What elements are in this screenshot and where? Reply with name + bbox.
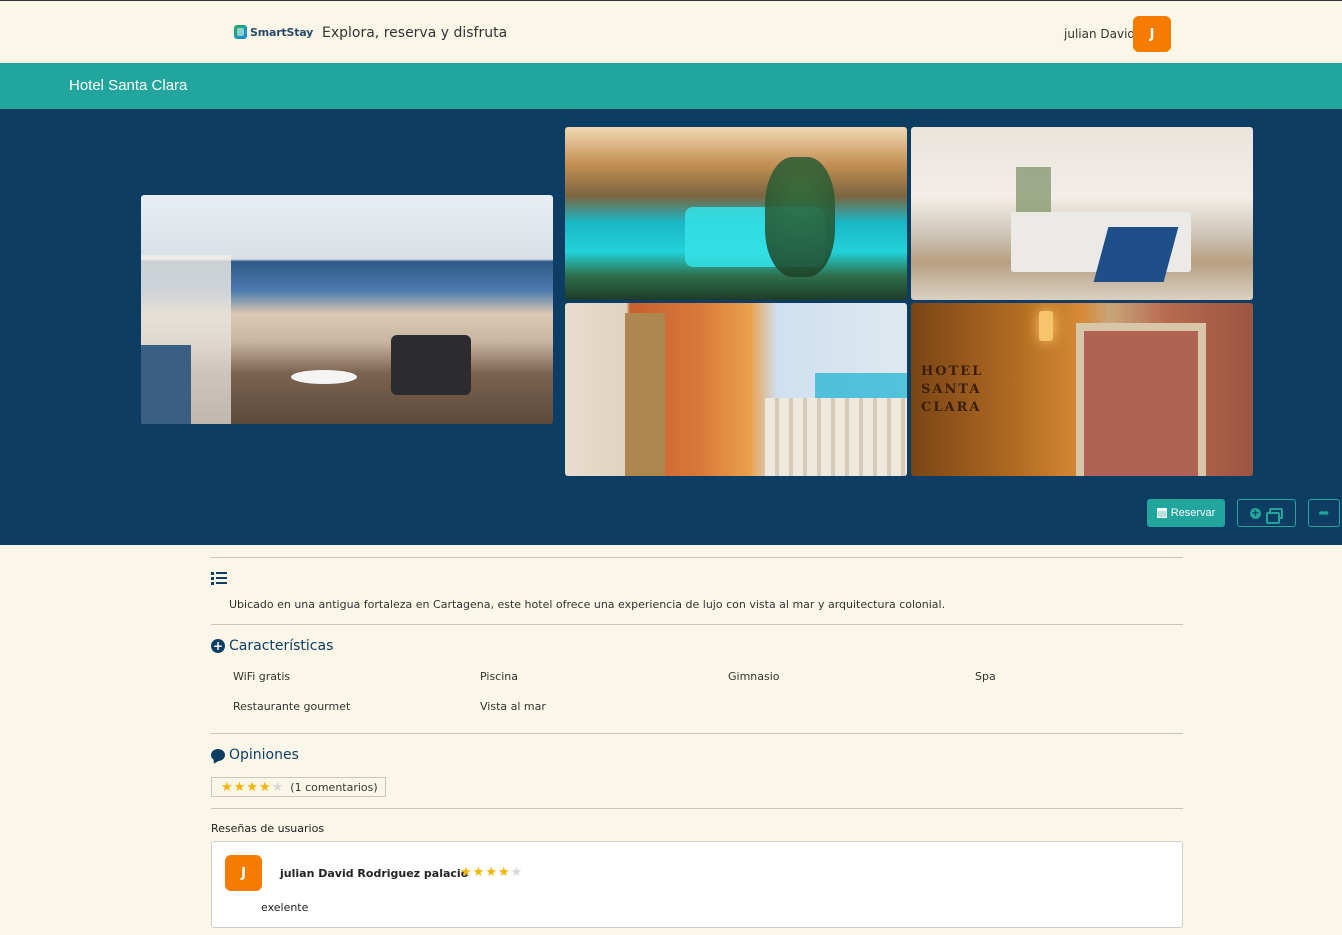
- divider: [211, 624, 1183, 625]
- hotel-description: Ubicado en una antigua fortaleza en Cart…: [229, 598, 946, 611]
- reviewer-name: julian David Rodriguez palacio: [280, 867, 469, 880]
- star-icon: ★: [460, 865, 472, 880]
- divider: [211, 557, 1183, 558]
- opinions-title: Opiniones: [229, 747, 299, 763]
- hotel-title: Hotel Santa Clara: [69, 77, 188, 94]
- feature-item: Spa: [975, 670, 996, 683]
- facade-doorway: [1076, 323, 1206, 476]
- user-avatar[interactable]: J: [1133, 16, 1171, 52]
- terrace-table: [291, 370, 357, 384]
- hotel-title-bar: Hotel Santa Clara: [0, 63, 1342, 109]
- comment-icon: [211, 749, 225, 761]
- reviews-heading: Reseñas de usuarios: [211, 822, 325, 835]
- list-icon: [211, 572, 227, 585]
- share-button[interactable]: ➦: [1308, 499, 1340, 527]
- terrace-cushion: [141, 345, 191, 424]
- opinions-heading: Opiniones: [211, 747, 299, 763]
- star-empty-icon: ★: [510, 865, 523, 880]
- terrace-photo[interactable]: [141, 195, 553, 424]
- feature-item: Vista al mar: [480, 700, 546, 713]
- smartstay-logo[interactable]: SmartStay: [234, 25, 313, 39]
- plus-circle-icon: +: [211, 639, 225, 653]
- images-icon: [1266, 507, 1283, 524]
- username[interactable]: julian David: [1064, 27, 1135, 41]
- star-icon: ★: [472, 865, 485, 880]
- star-icon: ★: [485, 865, 497, 880]
- star-empty-icon: ★: [271, 779, 284, 795]
- divider: [211, 808, 1183, 809]
- divider: [211, 733, 1183, 734]
- balcony-door: [625, 313, 665, 476]
- star-icon: ★: [497, 865, 510, 880]
- feature-item: Piscina: [480, 670, 518, 683]
- plus-circle-icon: +: [1250, 507, 1261, 519]
- share-icon: ➦: [1318, 505, 1330, 521]
- star-icon: ★: [233, 779, 246, 795]
- facade-sign: HOTEL SANTA CLARA: [921, 364, 984, 415]
- palm-tree: [765, 157, 835, 277]
- terrace-armchair: [391, 335, 471, 395]
- balcony-photo[interactable]: [565, 303, 907, 476]
- review-rating: ★ ★ ★ ★ ★: [460, 866, 522, 879]
- features-heading: + Características: [211, 638, 333, 654]
- star-icon: ★: [221, 779, 233, 795]
- feature-item: Gimnasio: [728, 670, 780, 683]
- logo-text: SmartStay: [250, 25, 314, 39]
- review-text: exelente: [261, 901, 309, 914]
- pool-photo[interactable]: [565, 127, 907, 300]
- gallery-button[interactable]: +: [1237, 499, 1296, 527]
- rating-summary: ★ ★ ★ ★ ★ (1 comentarios): [211, 777, 386, 797]
- calendar-icon: [1156, 508, 1167, 518]
- top-navbar: SmartStay Explora, reserva y disfruta ju…: [0, 0, 1342, 63]
- star-icon: ★: [246, 779, 258, 795]
- facade-lamp: [1039, 311, 1053, 341]
- reviewer-avatar: J: [225, 855, 262, 891]
- features-title: Características: [229, 638, 334, 654]
- balcony-railing: [765, 398, 907, 476]
- rating-count: (1 comentarios): [290, 780, 378, 794]
- feature-item: WiFi gratis: [233, 670, 291, 683]
- star-icon: ★: [258, 779, 271, 795]
- tagline: Explora, reserva y disfruta: [322, 25, 508, 41]
- facade-photo[interactable]: HOTEL SANTA CLARA: [911, 303, 1253, 476]
- photo-gallery: HOTEL SANTA CLARA: [0, 109, 1342, 545]
- reservar-label: Reservar: [1170, 507, 1216, 519]
- logo-icon: [234, 25, 247, 39]
- reservar-button[interactable]: Reservar: [1147, 499, 1225, 527]
- review-card: J julian David Rodriguez palacio ★ ★ ★ ★…: [211, 841, 1183, 928]
- feature-item: Restaurante gourmet: [233, 700, 351, 713]
- room-photo[interactable]: [911, 127, 1253, 300]
- room-blanket: [1093, 227, 1179, 282]
